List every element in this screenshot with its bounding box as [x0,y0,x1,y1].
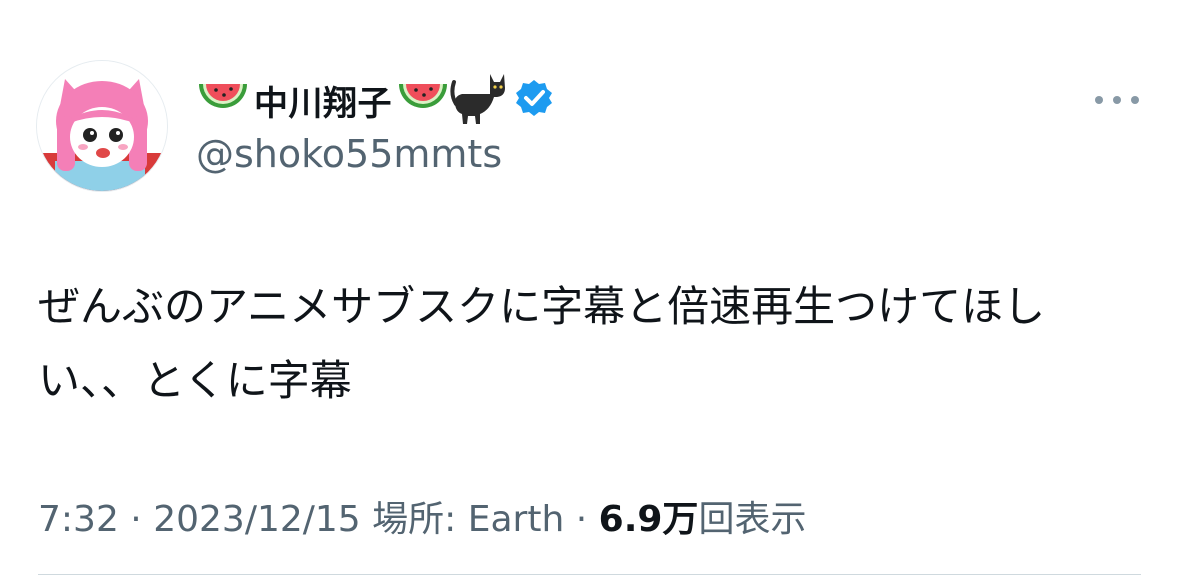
tweet-date[interactable]: 2023/12/15 [153,499,361,540]
display-name[interactable]: 中川翔子 [254,76,392,125]
tweet-metadata: 7:32 · 2023/12/15 場所: Earth · 6.9万回表示 [38,490,806,542]
views-label: 回表示 [698,499,807,540]
dot [1095,96,1103,104]
separator: · [130,499,142,540]
dot [1113,96,1121,104]
tweet-time[interactable]: 7:32 [38,499,119,540]
avatar[interactable] [36,60,168,192]
black-cat-icon [450,70,508,130]
watermelon-icon [196,78,250,122]
user-handle[interactable]: @shoko55mmts [196,132,502,176]
avatar-illustration [37,61,167,191]
location-label: 場所: [372,499,457,540]
dot [1131,96,1139,104]
divider [38,574,1141,575]
location-value: Earth [467,499,565,540]
verified-badge-icon[interactable] [514,78,554,122]
watermelon-icon [396,78,450,122]
tweet-card: 中川翔子 @shoko55mmts ぜんぶのアニメサブスクに字幕と倍速再生つけて… [0,0,1179,585]
views-count[interactable]: 6.9万 [599,499,699,540]
separator: · [575,499,588,540]
more-options-icon[interactable] [1095,88,1139,112]
tweet-text: ぜんぶのアニメサブスクに字幕と倍速再生つけてほしい、、とくに字幕 [38,282,1046,405]
user-name-row[interactable]: 中川翔子 [196,72,554,128]
